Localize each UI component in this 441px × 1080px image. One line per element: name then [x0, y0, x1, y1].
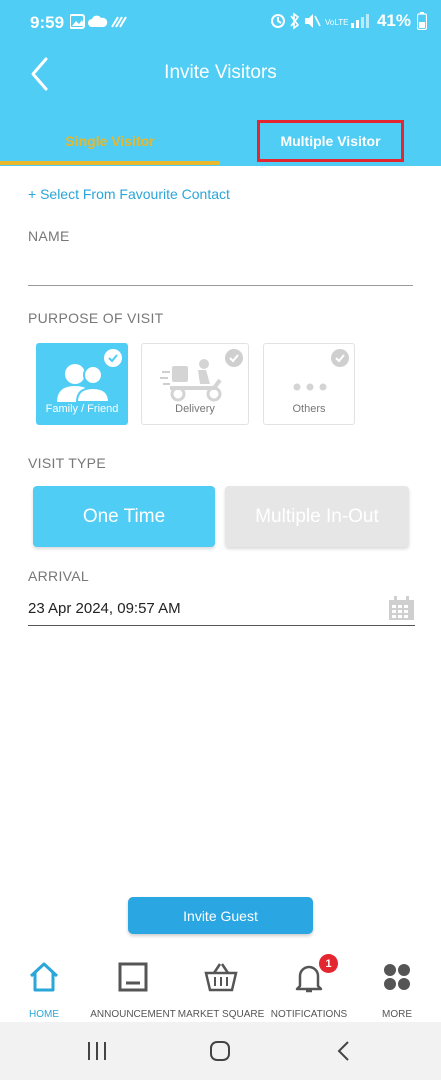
bottom-navigation: HOME ANNOUNCEMENT MARKET SQUARE 1 NOTIFI…: [0, 948, 441, 1022]
nav-label-more: MORE: [382, 1009, 412, 1020]
purpose-label-family: Family / Friend: [45, 403, 119, 415]
calendar-icon[interactable]: [388, 596, 415, 621]
purpose-family-friend[interactable]: Family / Friend: [36, 343, 128, 425]
name-input[interactable]: [28, 250, 413, 286]
purpose-label-others: Others: [292, 403, 326, 415]
tab-single-visitor[interactable]: Single Visitor: [0, 118, 220, 164]
page-title: Invite Visitors: [164, 62, 277, 83]
check-icon: [331, 349, 349, 367]
system-back-icon[interactable]: [328, 1036, 360, 1066]
purpose-others[interactable]: Others: [263, 343, 355, 425]
recent-apps-icon[interactable]: [81, 1036, 113, 1066]
nav-label-home: HOME: [29, 1009, 59, 1020]
visit-type-one-time-button[interactable]: One Time: [33, 486, 215, 547]
nav-market-square[interactable]: MARKET SQUARE: [171, 956, 271, 1022]
check-icon: [225, 349, 243, 367]
nav-notifications[interactable]: 1 NOTIFICATIONS: [259, 954, 359, 1022]
more-dots-icon: [293, 383, 327, 391]
announcement-icon: [118, 962, 148, 992]
arrival-underline: [28, 625, 415, 626]
name-label: NAME: [28, 228, 70, 244]
status-notification-icons: [70, 14, 127, 29]
system-navigation-bar: [0, 1022, 441, 1080]
nav-announcement[interactable]: ANNOUNCEMENT: [83, 956, 183, 1022]
basket-icon: [204, 963, 238, 992]
active-tab-indicator: [0, 161, 220, 165]
nav-label-announcement: ANNOUNCEMENT: [90, 1009, 176, 1020]
home-circle-icon[interactable]: [204, 1036, 236, 1066]
nav-more[interactable]: MORE: [347, 956, 441, 1022]
home-icon: [29, 962, 59, 992]
check-icon: [104, 349, 122, 367]
tab-multiple-visitor[interactable]: Multiple Visitor: [257, 120, 404, 162]
battery-level: 41%: [376, 11, 411, 30]
nav-label-notifications: NOTIFICATIONS: [270, 1009, 348, 1020]
purpose-label: PURPOSE OF VISIT: [28, 310, 164, 326]
status-time: 9:59: [30, 13, 65, 32]
family-icon: [57, 364, 111, 402]
nav-label-market-square: MARKET SQUARE: [177, 1009, 265, 1020]
status-system-icons: VoLTE: [270, 12, 369, 30]
header: 9:59 VoLTE 41% Invite Visitors Single Vi…: [0, 0, 441, 166]
arrival-datetime-field[interactable]: 23 Apr 2024, 09:57 AM: [28, 600, 181, 617]
arrival-label: ARRIVAL: [28, 568, 89, 584]
purpose-label-delivery: Delivery: [175, 403, 215, 415]
purpose-delivery[interactable]: Delivery: [141, 343, 249, 425]
visit-type-multiple-in-out-button[interactable]: Multiple In-Out: [225, 486, 409, 547]
notification-badge: 1: [319, 954, 338, 973]
grid-icon: [384, 964, 410, 990]
status-right-icons: VoLTE 41%: [270, 11, 427, 31]
battery-icon: [417, 12, 427, 30]
delivery-scooter-icon: [160, 359, 222, 402]
status-bar: 9:59 VoLTE 41%: [0, 0, 441, 44]
visit-type-label: VISIT TYPE: [28, 455, 106, 471]
select-favourite-contact-link[interactable]: + Select From Favourite Contact: [28, 186, 230, 202]
svg-text:VoLTE: VoLTE: [325, 18, 348, 27]
invite-guest-button[interactable]: Invite Guest: [128, 897, 313, 934]
nav-home[interactable]: HOME: [0, 956, 94, 1022]
